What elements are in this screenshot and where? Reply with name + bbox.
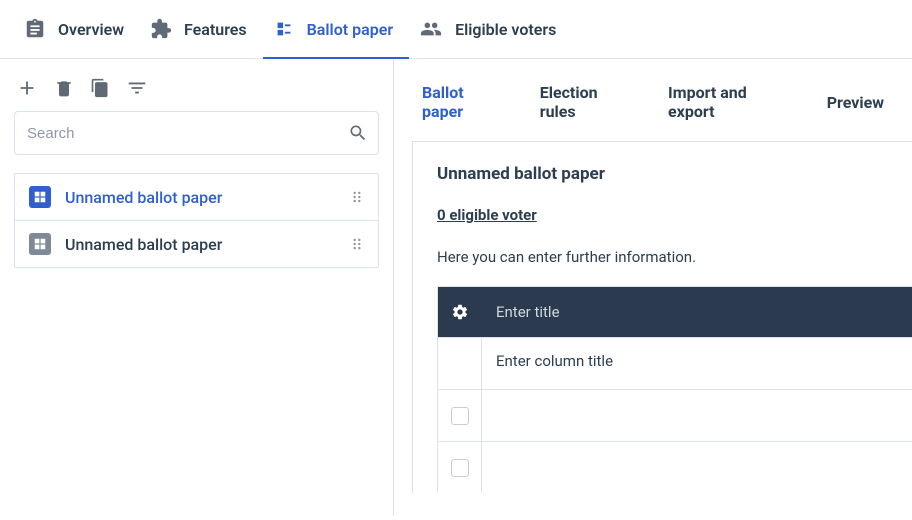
puzzle-icon (150, 18, 172, 40)
eligible-voters-link[interactable]: 0 eligible voter (437, 206, 537, 224)
sub-tab-ballot-paper[interactable]: Ballot paper (422, 83, 506, 121)
left-pane: Unnamed ballot paper Unnamed ballot pape… (0, 59, 394, 516)
table-head: Enter title (438, 287, 912, 337)
table-title-placeholder[interactable]: Enter title (482, 303, 912, 321)
ballot-list-item[interactable]: Unnamed ballot paper (15, 174, 378, 221)
ballot-list: Unnamed ballot paper Unnamed ballot pape… (14, 173, 379, 268)
search-box[interactable] (14, 111, 379, 155)
add-icon[interactable] (16, 77, 38, 99)
ballot-item-icon (29, 186, 51, 208)
spacer-cell (438, 338, 482, 389)
tab-features[interactable]: Features (140, 0, 263, 58)
filter-icon[interactable] (126, 77, 148, 99)
people-icon (419, 18, 443, 40)
search-icon[interactable] (348, 123, 368, 143)
ballot-icon (273, 18, 295, 40)
ballot-item-label: Unnamed ballot paper (65, 235, 336, 254)
row-checkbox[interactable] (451, 407, 469, 425)
checkbox-cell (438, 390, 482, 441)
copy-icon[interactable] (90, 78, 110, 98)
drag-handle-icon[interactable] (350, 190, 364, 204)
top-tabs: Overview Features Ballot paper Eligible … (0, 0, 912, 59)
ballot-item-label: Unnamed ballot paper (65, 188, 336, 207)
sub-tab-election-rules[interactable]: Election rules (540, 83, 634, 121)
table-row (438, 441, 912, 493)
table-header-row: Enter column title (438, 337, 912, 389)
row-checkbox[interactable] (451, 459, 469, 477)
row-cell[interactable] (482, 390, 912, 441)
gear-icon[interactable] (438, 303, 482, 321)
info-text: Here you can enter further information. (437, 248, 912, 266)
clipboard-icon (24, 18, 46, 40)
delete-icon[interactable] (54, 78, 74, 98)
toolbar (14, 71, 379, 111)
tab-label: Features (184, 20, 247, 39)
checkbox-cell (438, 442, 482, 493)
tab-ballot-paper[interactable]: Ballot paper (263, 0, 409, 58)
tab-overview[interactable]: Overview (14, 0, 140, 58)
table-row (438, 389, 912, 441)
ballot-list-item[interactable]: Unnamed ballot paper (15, 221, 378, 267)
column-title-placeholder[interactable]: Enter column title (482, 338, 912, 389)
right-pane: Ballot paper Election rules Import and e… (394, 59, 912, 516)
main-content: Unnamed ballot paper Unnamed ballot pape… (0, 59, 912, 516)
sub-tab-preview[interactable]: Preview (827, 93, 884, 112)
tab-eligible-voters[interactable]: Eligible voters (409, 0, 572, 58)
search-input[interactable] (25, 124, 348, 143)
ballot-title: Unnamed ballot paper (437, 164, 912, 184)
ballot-item-icon (29, 233, 51, 255)
options-table: Enter title Enter column title (437, 286, 912, 493)
tab-label: Ballot paper (307, 20, 393, 39)
drag-handle-icon[interactable] (350, 237, 364, 251)
sub-tabs: Ballot paper Election rules Import and e… (394, 59, 912, 141)
row-cell[interactable] (482, 442, 912, 493)
ballot-detail-card: Unnamed ballot paper 0 eligible voter He… (412, 141, 912, 493)
sub-tab-import-export[interactable]: Import and export (668, 83, 793, 121)
tab-label: Overview (58, 20, 124, 39)
tab-label: Eligible voters (455, 20, 556, 39)
